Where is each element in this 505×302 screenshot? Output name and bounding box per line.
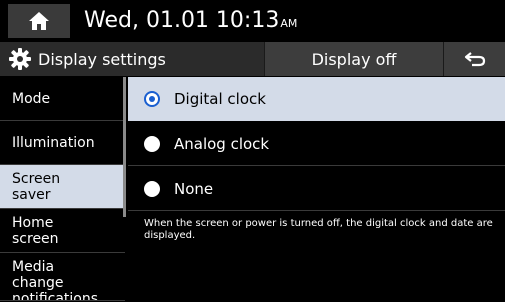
screen: Wed, 01.01 10:13AM Display settings Disp… [0, 0, 505, 302]
home-button[interactable] [8, 4, 70, 38]
header-bar: Display settings Display off [0, 42, 505, 76]
sidebar-item-label: Media change notifications [12, 259, 99, 301]
options-list: Digital clock Analog clock None When the… [128, 77, 505, 302]
sidebar: Mode Illumination Screen saver Home scre… [0, 77, 125, 302]
page-title: Display settings [38, 49, 166, 69]
back-button[interactable] [444, 42, 505, 76]
ampm-text: AM [280, 17, 298, 30]
back-icon [464, 52, 485, 67]
status-datetime: Wed, 01.01 10:13AM [84, 5, 297, 37]
sidebar-item-label: Illumination [12, 134, 95, 151]
sidebar-item-media-change[interactable]: Media change notifications [0, 253, 125, 301]
option-digital-clock[interactable]: Digital clock [128, 77, 505, 121]
display-off-button[interactable]: Display off [264, 42, 444, 76]
sidebar-item-label: Screen saver [12, 170, 61, 203]
page-title-area: Display settings [8, 42, 263, 76]
radio-unselected-icon [144, 135, 160, 152]
sidebar-item-label: Mode [12, 90, 51, 107]
sidebar-item-mode[interactable]: Mode [0, 77, 125, 121]
option-description: When the screen or power is turned off, … [144, 218, 493, 241]
sidebar-item-label: Home screen [12, 214, 59, 247]
radio-unselected-icon [144, 180, 160, 197]
option-analog-clock[interactable]: Analog clock [128, 122, 505, 166]
sidebar-item-home-screen[interactable]: Home screen [0, 209, 125, 253]
option-label: Digital clock [174, 90, 266, 108]
option-none[interactable]: None [128, 167, 505, 211]
sidebar-item-screen-saver[interactable]: Screen saver [0, 165, 125, 209]
sidebar-item-illumination[interactable]: Illumination [0, 121, 125, 165]
gear-icon [9, 48, 31, 70]
sidebar-scrollbar[interactable] [123, 77, 126, 217]
option-label: Analog clock [174, 134, 270, 153]
option-label: None [174, 179, 214, 198]
radio-selected-icon [144, 91, 160, 107]
status-bar: Wed, 01.01 10:13AM [0, 0, 505, 40]
date-time-text: Wed, 01.01 10:13 [84, 8, 280, 33]
home-icon [29, 12, 49, 30]
